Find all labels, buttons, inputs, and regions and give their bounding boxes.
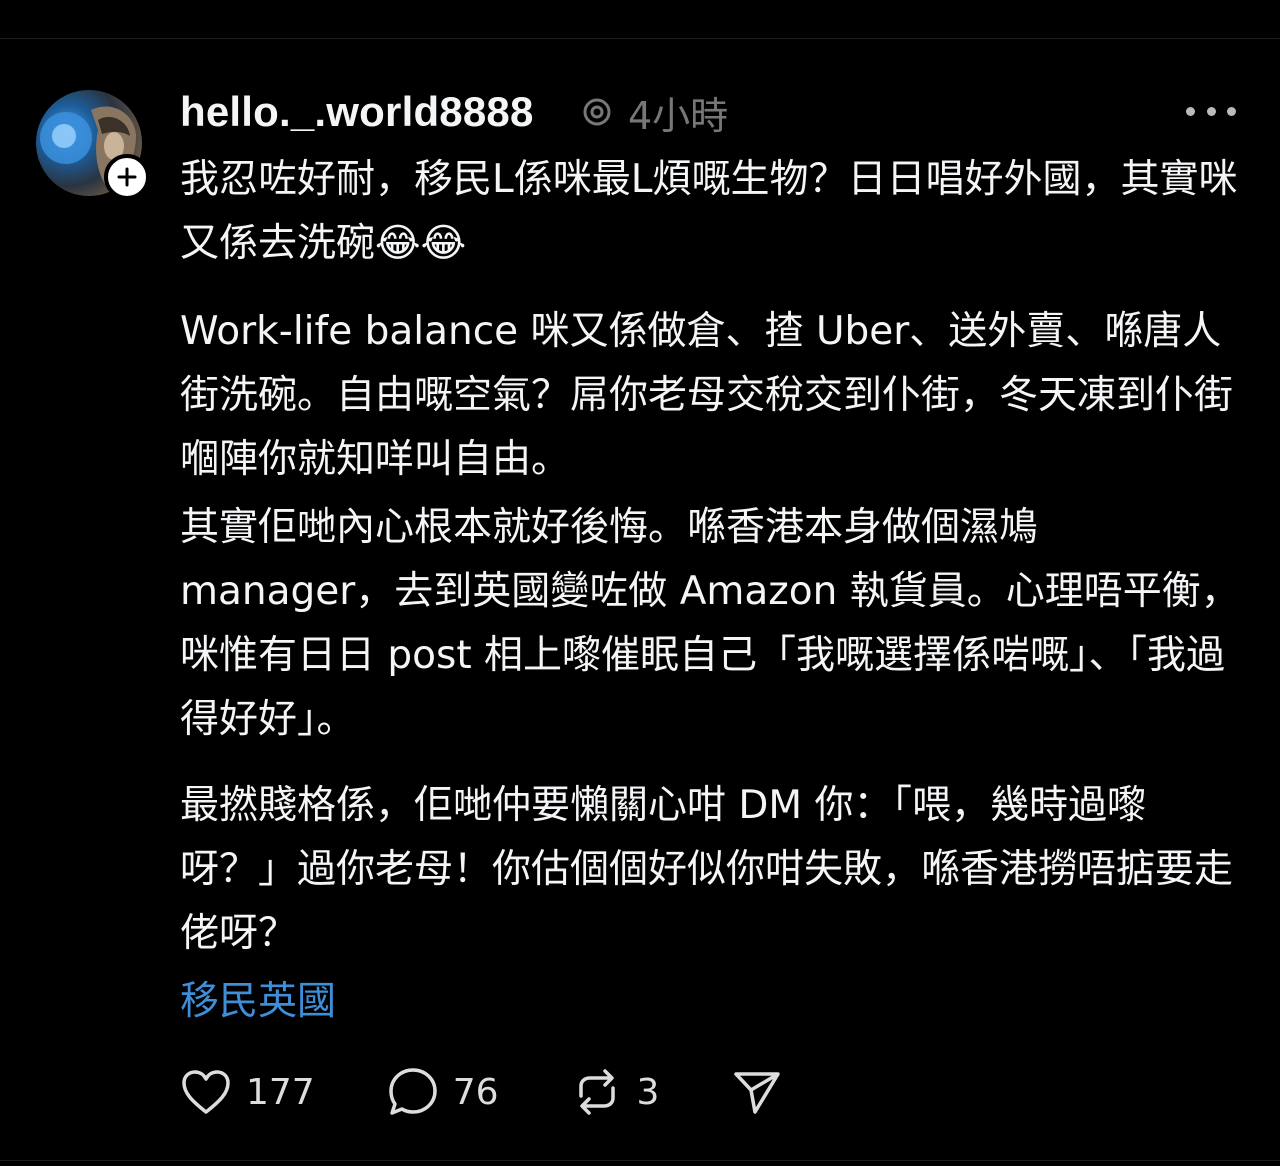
post-time: 4小時 xyxy=(628,93,729,138)
more-dots-icon[interactable] xyxy=(1186,96,1236,126)
share-button[interactable] xyxy=(731,1066,797,1118)
plus-icon xyxy=(117,167,137,187)
post-paragraph-3: 其實佢哋內心根本就好後悔。喺香港本身做個濕鳩 manager，去到英國變咗做 A… xyxy=(180,505,1240,742)
bottom-divider xyxy=(0,1160,1280,1161)
repost-icon xyxy=(578,1069,615,1115)
post-paragraph-2: Work-life balance 咪又係做倉、揸 Uber、送外賣、喺唐人街洗… xyxy=(180,309,1234,482)
threads-logo-icon xyxy=(580,95,614,129)
username[interactable]: hello._.world8888 xyxy=(180,84,534,140)
like-button[interactable]: 177 xyxy=(180,1068,315,1116)
action-bar: 177 76 3 xyxy=(180,1060,797,1124)
heart-icon xyxy=(182,1070,230,1114)
reply-count: 76 xyxy=(452,1071,499,1113)
topic-tag[interactable]: 移民英國 xyxy=(180,972,336,1032)
post-paragraph-4: 最撚賤格係，佢哋仲要懶關心咁 DM 你：「喂，幾時過嚟呀？」過你老母！你估個個好… xyxy=(180,783,1234,956)
reply-button[interactable]: 76 xyxy=(387,1066,499,1118)
like-count: 177 xyxy=(246,1071,315,1113)
send-icon xyxy=(734,1072,781,1114)
comment-icon xyxy=(388,1068,437,1115)
repost-button[interactable]: 3 xyxy=(571,1066,660,1118)
follow-button[interactable] xyxy=(104,154,150,200)
repost-count: 3 xyxy=(636,1071,660,1113)
top-divider xyxy=(0,38,1280,39)
post-paragraph-1: 我忍咗好耐，移民L係咪最L煩嘅生物？日日唱好外國，其實咪又係去洗碗😂😂 xyxy=(180,157,1238,266)
post-meta: 4小時 xyxy=(580,84,728,140)
